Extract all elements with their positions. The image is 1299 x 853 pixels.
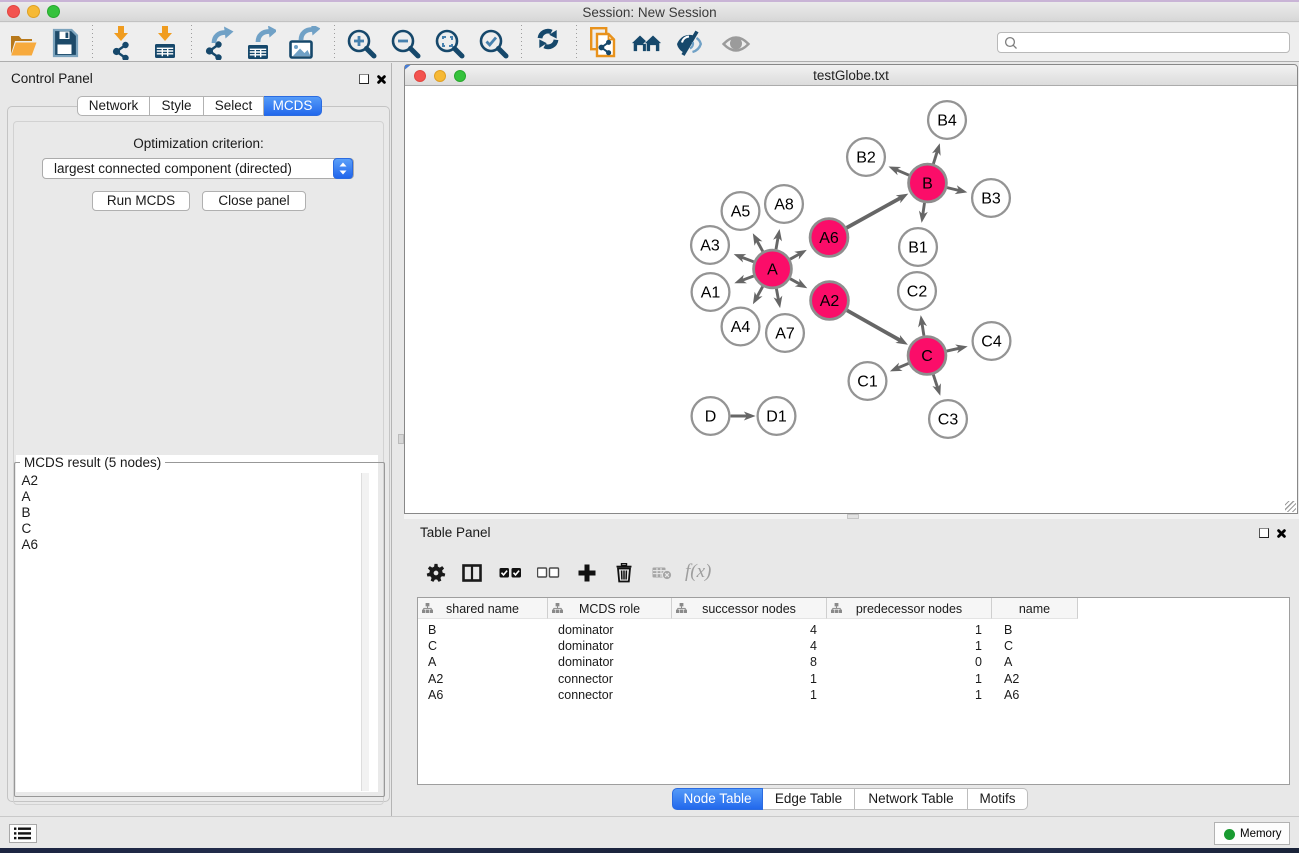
svg-text:B1: B1 [908, 240, 928, 257]
svg-text:A1: A1 [701, 285, 721, 302]
svg-text:C: C [921, 348, 933, 365]
svg-text:C1: C1 [857, 374, 878, 391]
svg-text:C2: C2 [907, 284, 928, 301]
svg-text:B: B [922, 176, 933, 193]
svg-text:A: A [767, 262, 778, 279]
svg-text:D: D [705, 409, 717, 426]
svg-text:A4: A4 [731, 319, 751, 336]
svg-text:D1: D1 [766, 409, 787, 426]
svg-text:A6: A6 [819, 230, 839, 247]
svg-text:A8: A8 [774, 197, 794, 214]
svg-text:C3: C3 [938, 412, 959, 429]
svg-text:B4: B4 [937, 113, 957, 130]
svg-text:A3: A3 [700, 238, 720, 255]
svg-text:B3: B3 [981, 191, 1001, 208]
svg-text:A5: A5 [731, 204, 751, 221]
svg-text:B2: B2 [856, 150, 876, 167]
svg-text:C4: C4 [981, 334, 1002, 351]
svg-text:A2: A2 [820, 293, 840, 310]
svg-text:A7: A7 [775, 326, 795, 343]
